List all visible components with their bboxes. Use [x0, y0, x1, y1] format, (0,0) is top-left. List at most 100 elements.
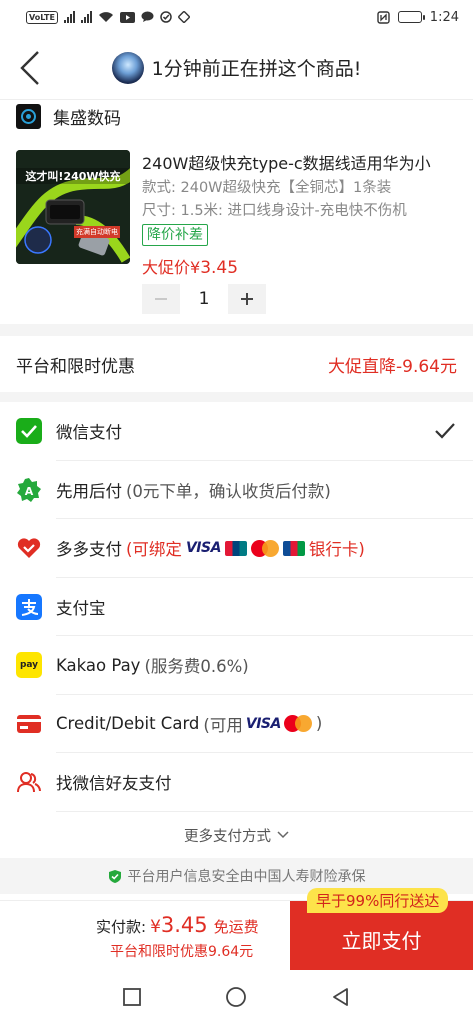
price-value: 3.45 [200, 258, 239, 278]
store-row[interactable]: 集盛数码 [16, 104, 121, 129]
duoduo-pay-icon [16, 535, 42, 561]
home-button[interactable] [222, 983, 250, 1011]
store-name: 集盛数码 [53, 109, 121, 129]
volte-icon: VoLTE [26, 10, 58, 24]
payment-label: Kakao Pay [56, 655, 141, 675]
checkmark-icon [435, 423, 455, 439]
payment-option-alipay[interactable]: 支付宝 [0, 578, 473, 637]
minus-icon [155, 298, 167, 300]
circle-icon [226, 987, 247, 1007]
square-icon [123, 988, 142, 1006]
thumb-subline: 充满自动断电 [74, 226, 120, 238]
header-center: 1分钟前正在拼这个商品! [111, 51, 362, 84]
payment-option-pay-later[interactable]: A 先用后付 (0元下单，确认收货后付款) [0, 461, 473, 520]
price-label: 大促价 [142, 258, 191, 277]
discount-value: 大促直降-9.64元 [328, 356, 457, 377]
payment-option-duoduo[interactable]: 多多支付 (可绑定 VISA 银行卡) [0, 519, 473, 578]
discount-row[interactable]: 平台和限时优惠 大促直降-9.64元 [0, 336, 473, 392]
back-arrow-icon[interactable] [14, 46, 50, 90]
store-logo [16, 104, 41, 129]
product-title[interactable]: 240W超级快充type-c数据线适用华为小 [142, 150, 462, 174]
header: 1分钟前正在拼这个商品! [0, 36, 473, 100]
jcb-icon [282, 540, 305, 556]
payment-label: Credit/Debit Card [56, 714, 200, 734]
unionpay-icon [224, 540, 247, 556]
status-time: 1:24 [429, 9, 459, 25]
payment-sub-end: ) [315, 714, 323, 734]
bindable-cards: (可绑定 VISA 银行卡) [126, 536, 365, 560]
recents-button[interactable] [118, 983, 146, 1011]
battery-icon [397, 11, 425, 23]
section-divider [0, 324, 473, 336]
shipping-note: 免运费 [213, 918, 259, 936]
youtube-icon [119, 11, 135, 23]
payment-option-card[interactable]: Credit/Debit Card (可用 VISA ) [0, 695, 473, 754]
kakao-icon-text: pay [19, 660, 39, 671]
system-nav-bar [0, 970, 473, 1024]
total-currency: ¥ [150, 917, 161, 937]
payment-sub: (可用 [203, 715, 243, 735]
payment-label: 先用后付 [56, 481, 122, 501]
pay-later-icon: A [16, 477, 42, 503]
thumb-headline: 这才叫!240W快充 [16, 168, 130, 184]
avatar [111, 51, 144, 84]
product-card: 这才叫!240W快充 充满自动断电 240W超级快充type-c数据线适用华为小… [16, 150, 462, 320]
discount-note: 平台和限时优惠9.64元 [110, 944, 254, 960]
payment-option-kakao[interactable]: pay Kakao Pay (服务费0.6%) [0, 636, 473, 695]
payment-label: 支付宝 [56, 598, 106, 618]
payment-label: 微信支付 [56, 423, 122, 443]
page-title: 1分钟前正在拼这个商品! [151, 58, 362, 80]
product-style: 款式: 240W超级快充【全铜芯】1条装 [142, 180, 392, 196]
payment-sub: (服务费0.6%) [144, 657, 249, 677]
product-price: 大促价¥3.45 [142, 254, 238, 278]
rotate-icon [178, 11, 190, 23]
increment-button[interactable] [228, 284, 266, 314]
discount-label: 平台和限时优惠 [16, 356, 135, 377]
payment-sub-end: 银行卡) [308, 540, 365, 560]
more-payments-label: 更多支付方式 [184, 828, 271, 845]
alipay-icon [16, 593, 42, 620]
payment-label: 多多支付 [56, 540, 122, 560]
decrement-button[interactable] [142, 284, 180, 314]
price-drop-badge: 降价补差 [142, 224, 208, 246]
message-icon [141, 11, 154, 22]
payment-option-friends[interactable]: 找微信好友支付 [0, 753, 473, 812]
signal-icon [63, 11, 75, 23]
insurance-text: 平台用户信息安全由中国人寿财险承保 [127, 869, 366, 885]
total-value: 3.45 [160, 913, 208, 937]
friends-pay-icon [16, 769, 42, 795]
payment-sub: (可绑定 [126, 540, 182, 560]
price-currency: ¥ [190, 258, 201, 277]
mastercard-icon [283, 715, 312, 733]
kakao-pay-icon: pay [16, 652, 42, 679]
payment-label: 找微信好友支付 [56, 774, 172, 794]
shield-check-icon [108, 869, 121, 883]
payment-methods: 微信支付 A 先用后付 (0元下单，确认收货后付款) 多多支付 (可绑定 VIS… [0, 402, 473, 812]
product-image[interactable]: 这才叫!240W快充 充满自动断电 [16, 150, 130, 264]
nfc-icon [377, 10, 390, 24]
credit-card-icon [16, 711, 42, 737]
section-divider [0, 392, 473, 402]
plus-icon [241, 293, 253, 305]
nav-back-button[interactable] [327, 983, 355, 1011]
svg-text:A: A [25, 485, 34, 498]
product-size: 尺寸: 1.5米: 进口线身设计-充电快不伤机 [142, 203, 407, 219]
total-amount: 实付款: ¥ 3.45 免运费 [96, 913, 259, 937]
visa-logo: VISA [245, 715, 281, 732]
visa-logo: VISA [185, 540, 221, 557]
quantity-stepper: 1 [142, 284, 266, 314]
payment-sub: (0元下单，确认收货后付款) [126, 481, 331, 501]
wifi-icon [98, 12, 113, 22]
check-circle-icon [160, 11, 172, 23]
total-label: 实付款: [96, 918, 147, 936]
more-payments-button[interactable]: 更多支付方式 [0, 812, 473, 858]
payment-option-wechat[interactable]: 微信支付 [0, 402, 473, 461]
wechat-pay-icon [16, 418, 42, 445]
status-bar: VoLTE 1:24 [0, 0, 473, 34]
delivery-speed-badge: 早于99%同行送达 [307, 888, 449, 913]
quantity-value[interactable]: 1 [180, 289, 228, 309]
chevron-down-icon [277, 831, 289, 839]
signal-icon-2 [80, 11, 92, 23]
triangle-back-icon [332, 988, 348, 1006]
mastercard-icon [250, 539, 279, 557]
